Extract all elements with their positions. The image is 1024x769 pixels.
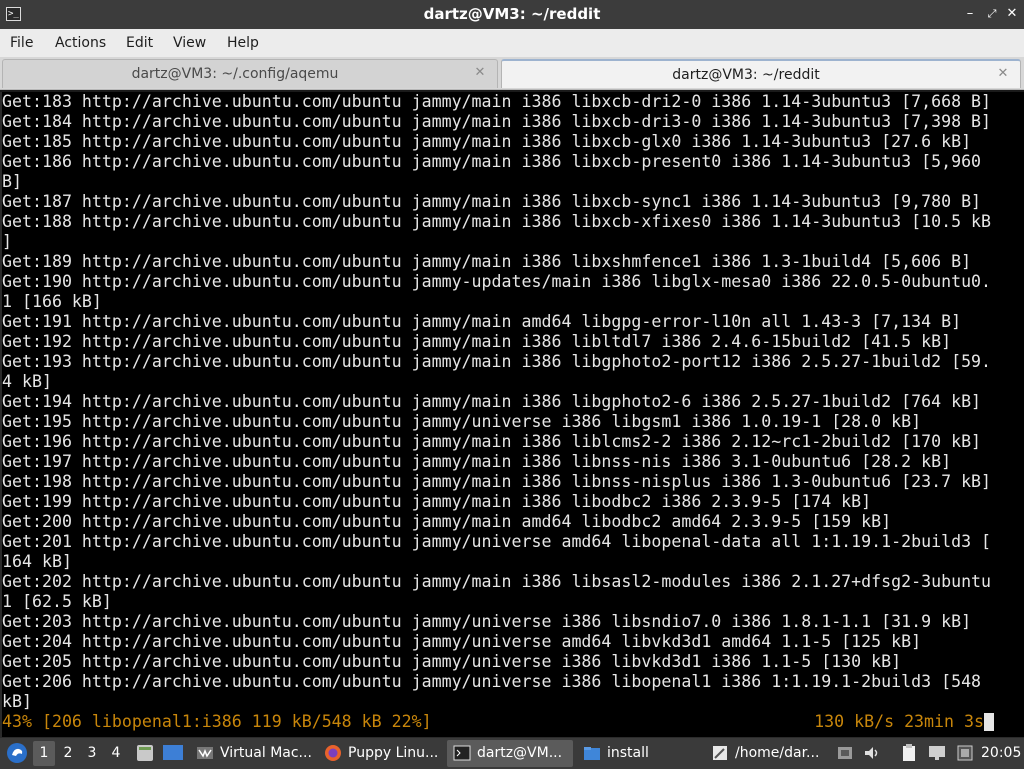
virtual-machine-icon — [197, 747, 213, 759]
terminal-line: Get:187 http://archive.ubuntu.com/ubuntu… — [2, 192, 982, 211]
workspace-3[interactable]: 3 — [81, 741, 103, 766]
tab-reddit[interactable]: dartz@VM3: ~/reddit ✕ — [501, 59, 1021, 88]
task-text-editor[interactable]: /home/dar... — [705, 740, 829, 767]
workspace-2[interactable]: 2 — [57, 741, 79, 766]
minimize-icon[interactable]: – — [962, 6, 978, 22]
apt-progress-line: 43% [206 libopenal1:i386 119 kB/548 kB 2… — [2, 712, 998, 732]
terminal-line: Get:188 http://archive.ubuntu.com/ubuntu… — [2, 212, 992, 231]
tab-bar: dartz@VM3: ~/.config/aqemu ✕ dartz@VM3: … — [0, 57, 1024, 90]
folder-icon — [584, 747, 600, 760]
menu-file[interactable]: File — [10, 29, 33, 57]
window-titlebar: >_ dartz@VM3: ~/reddit – ⤢ ✕ — [0, 0, 1024, 29]
terminal-line: Get:198 http://archive.ubuntu.com/ubuntu… — [2, 472, 992, 491]
progress-status: 43% [206 libopenal1:i386 119 kB/548 kB 2… — [2, 712, 432, 731]
clipboard-icon[interactable] — [899, 743, 919, 763]
workspace-4[interactable]: 4 — [105, 741, 127, 766]
terminal-line: ] — [2, 232, 12, 251]
terminal-line: Get:189 http://archive.ubuntu.com/ubuntu… — [2, 252, 972, 271]
task-install-folder[interactable]: install — [577, 740, 701, 767]
terminal-line: Get:199 http://archive.ubuntu.com/ubuntu… — [2, 492, 872, 511]
workspace-1[interactable]: 1 — [33, 741, 55, 766]
close-tab-icon[interactable]: ✕ — [473, 66, 487, 80]
terminal-line: Get:185 http://archive.ubuntu.com/ubuntu… — [2, 132, 972, 151]
text-editor-icon — [713, 746, 727, 760]
terminal-line: Get:204 http://archive.ubuntu.com/ubuntu… — [2, 632, 922, 651]
clock[interactable]: 20:05 — [981, 738, 1021, 769]
terminal-line: 1 [62.5 kB] — [2, 592, 112, 611]
terminal-line: Get:196 http://archive.ubuntu.com/ubuntu… — [2, 432, 982, 451]
close-icon[interactable]: ✕ — [1004, 6, 1020, 22]
display-icon[interactable] — [927, 743, 947, 763]
menu-help[interactable]: Help — [227, 29, 259, 57]
terminal-line: Get:206 http://archive.ubuntu.com/ubuntu… — [2, 672, 982, 691]
taskbar: 1 2 3 4 Virtual Mac... Puppy Linu... dar… — [0, 737, 1024, 769]
terminal-line: Get:202 http://archive.ubuntu.com/ubuntu… — [2, 572, 992, 591]
task-label: install — [607, 745, 649, 761]
task-virtual-machine[interactable]: Virtual Mac... — [190, 740, 314, 767]
terminal-line: 1 [166 kB] — [2, 292, 102, 311]
terminal-line: Get:184 http://archive.ubuntu.com/ubuntu… — [2, 112, 992, 131]
scrollbar[interactable] — [1000, 92, 1024, 737]
file-manager-icon — [137, 745, 153, 761]
firefox-icon — [325, 745, 341, 761]
task-label: Puppy Linu... — [348, 745, 439, 761]
task-firefox[interactable]: Puppy Linu... — [318, 740, 443, 767]
desktop-icon — [163, 745, 183, 760]
tab-label: dartz@VM3: ~/reddit — [672, 67, 820, 83]
terminal-line: Get:200 http://archive.ubuntu.com/ubuntu… — [2, 512, 892, 531]
terminal-line: Get:205 http://archive.ubuntu.com/ubuntu… — [2, 652, 902, 671]
menu-edit[interactable]: Edit — [126, 29, 153, 57]
terminal-line: Get:190 http://archive.ubuntu.com/ubuntu… — [2, 272, 992, 291]
terminal-line: Get:186 http://archive.ubuntu.com/ubuntu… — [2, 152, 982, 171]
download-rate: 130 kB/s 23min 3s — [814, 712, 984, 731]
app-menu-icon — [7, 743, 27, 763]
show-desktop-launcher[interactable] — [161, 738, 185, 769]
terminal-icon — [453, 745, 471, 761]
start-menu-button[interactable] — [4, 738, 28, 769]
network-icon[interactable] — [835, 743, 855, 763]
task-terminal[interactable]: dartz@VM... — [447, 740, 573, 767]
terminal-line: Get:197 http://archive.ubuntu.com/ubuntu… — [2, 452, 952, 471]
menu-actions[interactable]: Actions — [55, 29, 106, 57]
volume-icon[interactable] — [862, 743, 882, 763]
close-tab-icon[interactable]: ✕ — [996, 67, 1010, 81]
task-label: dartz@VM... — [477, 745, 563, 761]
terminal-line: B] — [2, 172, 22, 191]
tab-label: dartz@VM3: ~/.config/aqemu — [131, 66, 339, 82]
window-title: dartz@VM3: ~/reddit — [423, 5, 601, 23]
terminal-text: Get:183 http://archive.ubuntu.com/ubuntu… — [2, 92, 998, 732]
terminal-line: Get:193 http://archive.ubuntu.com/ubuntu… — [2, 352, 992, 371]
terminal-line: kB] — [2, 692, 32, 711]
tab-aqemu[interactable]: dartz@VM3: ~/.config/aqemu ✕ — [2, 59, 498, 88]
terminal-line: Get:183 http://archive.ubuntu.com/ubuntu… — [2, 92, 992, 111]
menu-view[interactable]: View — [173, 29, 206, 57]
terminal-line: Get:192 http://archive.ubuntu.com/ubuntu… — [2, 332, 952, 351]
task-label: Virtual Mac... — [220, 745, 312, 761]
terminal-line: Get:203 http://archive.ubuntu.com/ubuntu… — [2, 612, 972, 631]
text-cursor — [984, 713, 994, 731]
terminal-line: Get:195 http://archive.ubuntu.com/ubuntu… — [2, 412, 922, 431]
file-manager-launcher[interactable] — [134, 738, 156, 769]
terminal-line: Get:201 http://archive.ubuntu.com/ubuntu… — [2, 532, 992, 551]
terminal-output[interactable]: Get:183 http://archive.ubuntu.com/ubuntu… — [0, 92, 1024, 737]
terminal-line: Get:191 http://archive.ubuntu.com/ubuntu… — [2, 312, 962, 331]
terminal-line: Get:194 http://archive.ubuntu.com/ubuntu… — [2, 392, 982, 411]
task-label: /home/dar... — [735, 745, 820, 761]
terminal-line: 164 kB] — [2, 552, 72, 571]
maximize-icon[interactable]: ⤢ — [984, 6, 1000, 22]
terminal-line: 4 kB] — [2, 372, 52, 391]
cpu-monitor-icon[interactable] — [955, 743, 975, 763]
menu-bar: File Actions Edit View Help — [0, 29, 1024, 58]
